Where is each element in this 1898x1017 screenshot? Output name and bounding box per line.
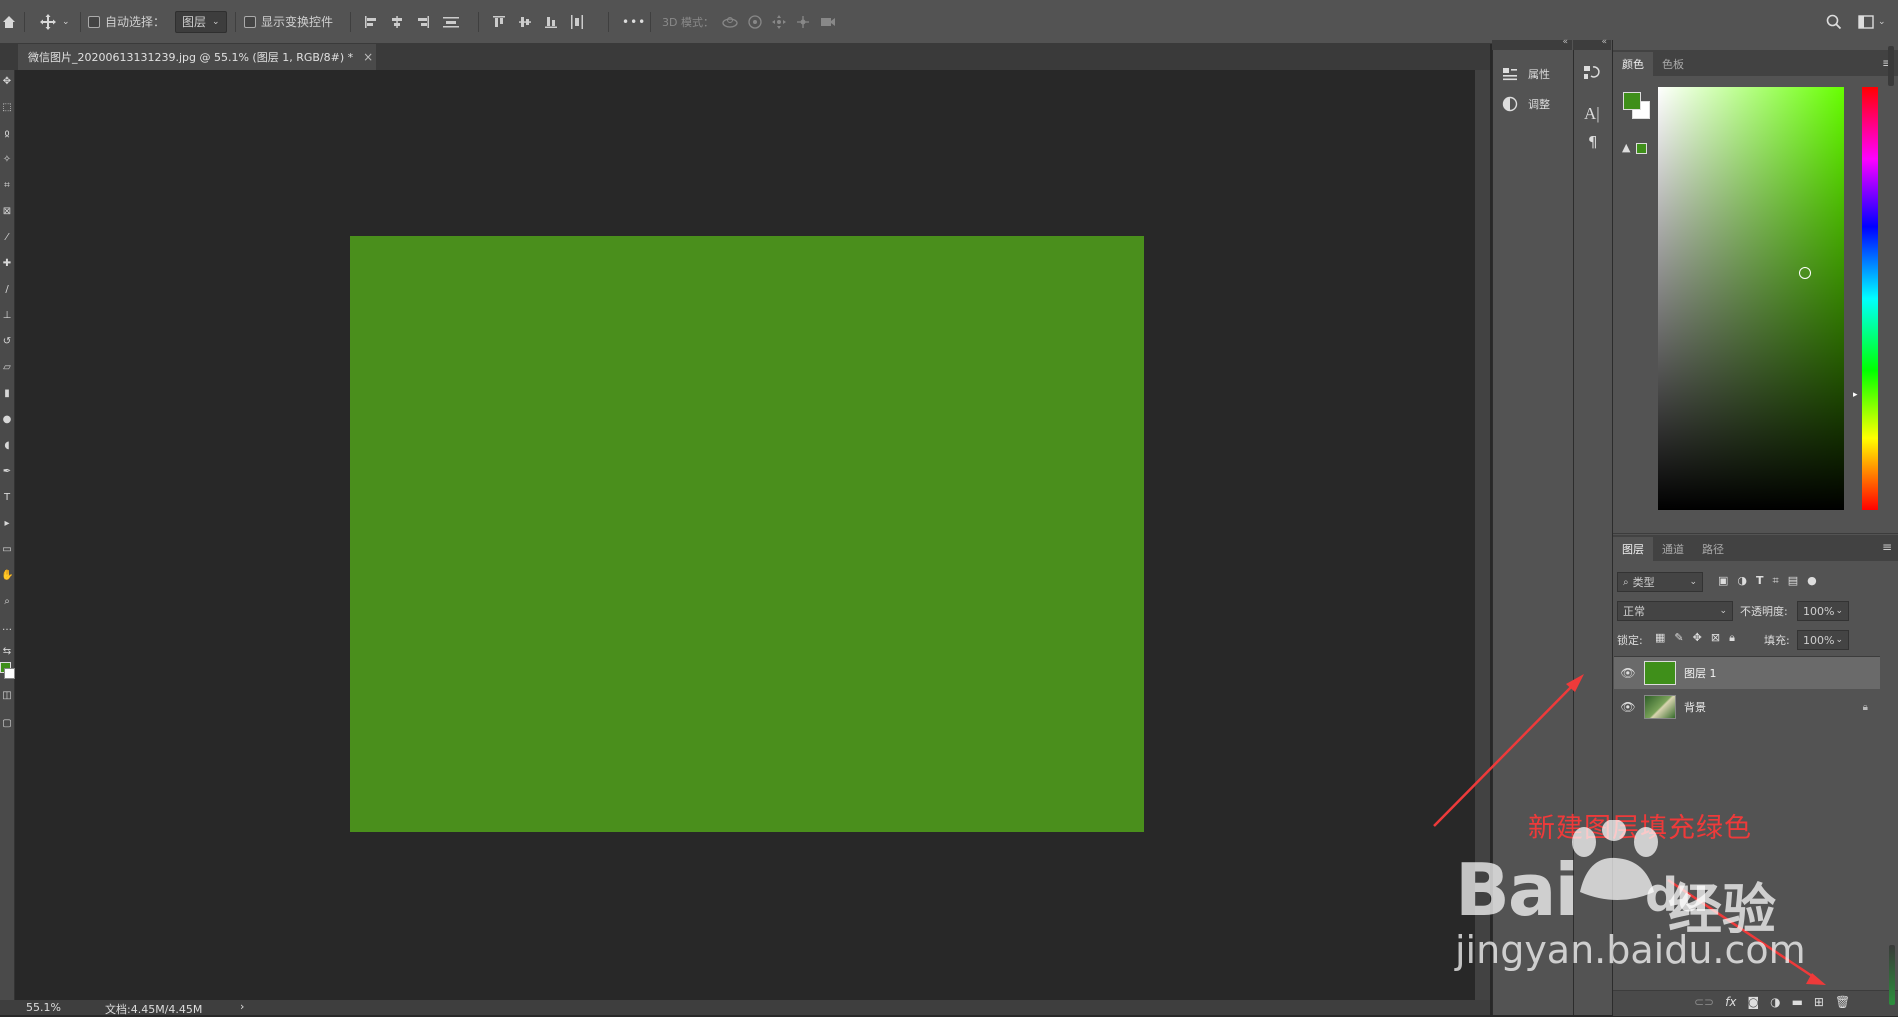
watermark-paw-logo: [1572, 820, 1658, 900]
watermark-url: jingyan.baidu.com: [1455, 928, 1806, 972]
annotation-arrow: [1433, 679, 1579, 827]
foreground-swatch[interactable]: [1623, 92, 1641, 110]
